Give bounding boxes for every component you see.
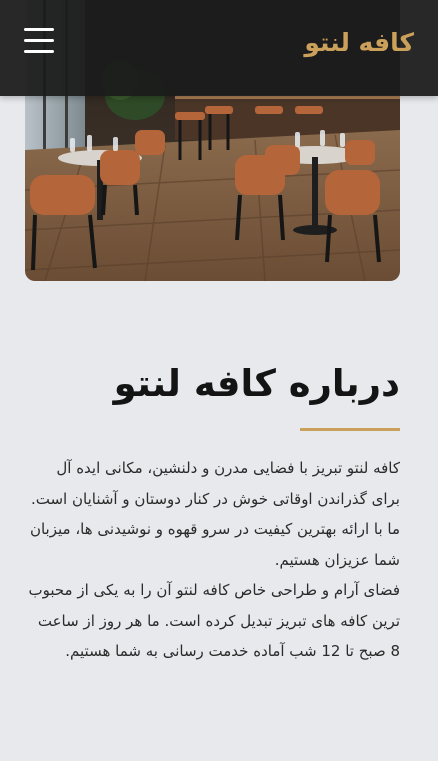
title-divider	[300, 428, 400, 431]
about-title: درباره کافه لنتو	[113, 362, 400, 405]
menu-bar	[24, 28, 54, 31]
menu-bar	[24, 50, 54, 53]
about-description: کافه لنتو تبریز با فضایی مدرن و دلنشین، …	[25, 453, 400, 667]
about-section: درباره کافه لنتو کافه لنتو تبریز با فضای…	[25, 352, 400, 667]
hamburger-menu-icon[interactable]	[22, 24, 56, 58]
about-paragraph: فضای آرام و طراحی خاص کافه لنتو آن را به…	[28, 581, 400, 660]
about-paragraph: کافه لنتو تبریز با فضایی مدرن و دلنشین، …	[29, 459, 400, 569]
site-header: کافه لنتو	[0, 0, 438, 96]
brand-logo-text[interactable]: کافه لنتو	[304, 26, 414, 60]
menu-bar	[24, 39, 54, 42]
